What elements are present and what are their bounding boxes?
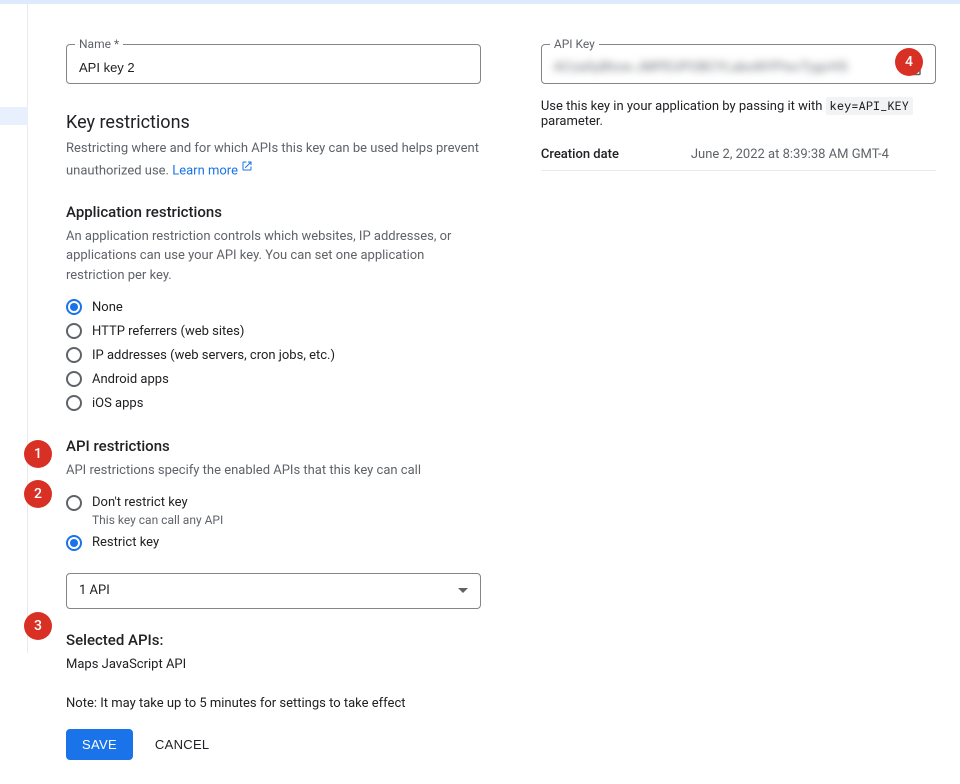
app-restriction-none[interactable]: None xyxy=(66,295,481,319)
annotation-2: 2 xyxy=(24,480,52,508)
learn-more-link[interactable]: Learn more xyxy=(172,163,238,178)
radio-icon xyxy=(66,347,82,363)
cancel-button[interactable]: CANCEL xyxy=(155,737,210,752)
api-restriction-restrict[interactable]: Restrict key xyxy=(66,531,481,555)
api-restriction-dont-sub: This key can call any API xyxy=(92,513,481,527)
annotation-3: 3 xyxy=(24,612,52,640)
annotation-1: 1 xyxy=(24,440,52,468)
api-key-help: Use this key in your application by pass… xyxy=(541,98,936,129)
app-restriction-http[interactable]: HTTP referrers (web sites) xyxy=(66,319,481,343)
radio-label: HTTP referrers (web sites) xyxy=(92,324,244,339)
radio-icon xyxy=(66,395,82,411)
api-key-label: API Key xyxy=(550,37,599,51)
api-key-field-wrap: API Key ACzaSyBtow.JMPEUPOBCYLaboNYPtsvT… xyxy=(541,44,936,84)
key-restrictions-helper-text: Restricting where and for which APIs thi… xyxy=(66,141,479,178)
creation-date-value: June 2, 2022 at 8:39:38 AM GMT-4 xyxy=(691,147,889,162)
help-code: key=API_KEY xyxy=(826,97,913,115)
key-restrictions-heading: Key restrictions xyxy=(66,112,481,133)
api-restrictions-heading: API restrictions xyxy=(66,437,481,455)
radio-icon xyxy=(66,371,82,387)
note-text: Note: It may take up to 5 minutes for se… xyxy=(66,696,481,711)
top-border xyxy=(0,0,960,4)
app-restrictions-helper: An application restriction controls whic… xyxy=(66,227,481,286)
app-restrictions-heading: Application restrictions xyxy=(66,203,481,221)
api-restrictions-helper: API restrictions specify the enabled API… xyxy=(66,461,481,481)
api-dropdown[interactable]: 1 API xyxy=(66,573,481,609)
sidebar-active-item[interactable] xyxy=(0,107,28,125)
api-key-value-masked: ACzaSyBtow.JMPEUPOBCYLaboNYPtsvTygvHS xyxy=(554,60,897,75)
api-restrictions-radio-group: Don't restrict key This key can call any… xyxy=(66,491,481,555)
key-restrictions-helper: Restricting where and for which APIs thi… xyxy=(66,139,481,181)
radio-label: Restrict key xyxy=(92,535,159,550)
help-prefix: Use this key in your application by pass… xyxy=(541,99,826,114)
radio-icon xyxy=(66,495,82,511)
radio-label: iOS apps xyxy=(92,396,143,411)
external-link-icon xyxy=(241,159,253,179)
creation-date-label: Creation date xyxy=(541,147,691,162)
save-button[interactable]: SAVE xyxy=(66,729,133,760)
radio-icon xyxy=(66,535,82,551)
sidebar-stub xyxy=(0,4,28,653)
name-input[interactable] xyxy=(79,60,468,75)
app-restriction-ip[interactable]: IP addresses (web servers, cron jobs, et… xyxy=(66,343,481,367)
selected-apis-heading: Selected APIs: xyxy=(66,631,481,649)
app-restriction-ios[interactable]: iOS apps xyxy=(66,391,481,415)
annotation-4: 4 xyxy=(895,48,923,76)
chevron-down-icon xyxy=(458,588,468,593)
app-restrictions-radio-group: None HTTP referrers (web sites) IP addre… xyxy=(66,295,481,415)
dropdown-value: 1 API xyxy=(79,583,110,598)
radio-icon xyxy=(66,323,82,339)
app-restriction-android[interactable]: Android apps xyxy=(66,367,481,391)
radio-icon xyxy=(66,299,82,315)
help-suffix: parameter. xyxy=(541,114,603,129)
selected-api-item: Maps JavaScript API xyxy=(66,655,481,675)
name-field-wrap[interactable]: Name * xyxy=(66,44,481,84)
creation-date-row: Creation date June 2, 2022 at 8:39:38 AM… xyxy=(541,147,936,171)
radio-label: IP addresses (web servers, cron jobs, et… xyxy=(92,348,335,363)
api-restriction-dont[interactable]: Don't restrict key xyxy=(66,491,481,515)
name-label: Name * xyxy=(75,37,123,51)
radio-label: Don't restrict key xyxy=(92,495,188,510)
radio-label: Android apps xyxy=(92,372,169,387)
radio-label: None xyxy=(92,300,123,315)
